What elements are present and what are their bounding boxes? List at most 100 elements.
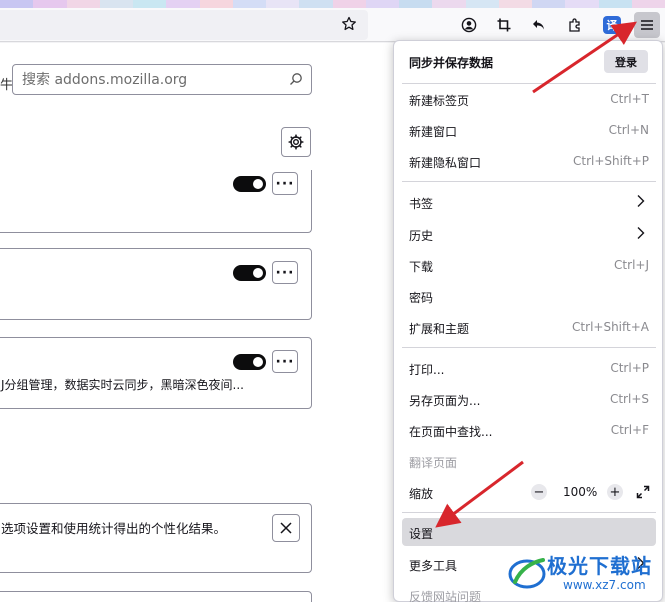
undo-arrow-icon <box>533 20 544 30</box>
tab-strip-block <box>565 0 599 8</box>
menu-item-save-page[interactable]: 另存页面为... Ctrl+S <box>402 385 656 413</box>
tab-strip-block <box>99 0 133 8</box>
zoom-in-button[interactable]: + <box>607 484 623 500</box>
menu-item-label: 新建窗口 <box>409 125 458 139</box>
tab-strip <box>0 0 665 8</box>
menu-item-label: 新建标签页 <box>409 94 470 108</box>
app-menu-button[interactable] <box>634 12 660 38</box>
menu-item-shortcut: Ctrl+J <box>614 258 649 272</box>
tab-strip-block <box>133 0 167 8</box>
tab-strip-block <box>399 0 433 8</box>
watermark-url: www.xz7.com <box>563 578 646 592</box>
extension-description: J分组管理，数据实时云同步，黑暗深色夜间... <box>1 378 244 392</box>
account-icon <box>461 17 477 33</box>
account-button[interactable] <box>456 12 482 38</box>
addons-search-box[interactable] <box>12 64 312 95</box>
star-icon <box>342 16 356 31</box>
tab-strip-block <box>166 0 200 8</box>
undo-button[interactable] <box>526 12 552 38</box>
menu-item-label: 更多工具 <box>409 559 458 573</box>
menu-separator <box>402 512 656 513</box>
extension-more-options-button[interactable]: ··· <box>272 261 298 284</box>
search-icon <box>290 73 302 85</box>
fullscreen-expand-icon <box>636 485 650 499</box>
menu-item-new-private-window[interactable]: 新建隐私窗口 Ctrl+Shift+P <box>402 147 656 175</box>
hamburger-menu-icon <box>641 20 653 30</box>
menu-item-label: 缩放 <box>409 487 434 501</box>
sync-label: 同步并保存数据 <box>409 56 494 70</box>
tab-strip-block <box>498 0 532 8</box>
menu-item-passwords[interactable]: 密码 <box>402 282 656 310</box>
menu-item-shortcut: Ctrl+F <box>610 423 649 437</box>
navigation-toolbar: 译 <box>0 8 665 42</box>
menu-item-shortcut: Ctrl+T <box>610 92 649 106</box>
chevron-right-icon <box>637 195 645 207</box>
notice-close-button[interactable] <box>272 514 300 542</box>
notice-text: 选项设置和使用统计得出的个性化结果。 <box>1 521 227 536</box>
zoom-controls: − 100% + <box>529 482 654 502</box>
menu-item-shortcut: Ctrl+Shift+P <box>573 154 649 168</box>
menu-item-new-tab[interactable]: 新建标签页 Ctrl+T <box>402 85 656 113</box>
tab-strip-block <box>0 0 34 8</box>
zoom-out-button[interactable]: − <box>531 484 547 500</box>
menu-item-label: 另存页面为... <box>409 394 481 408</box>
menu-item-label: 书签 <box>409 197 434 211</box>
menu-item-label: 下载 <box>409 260 434 274</box>
menu-item-downloads[interactable]: 下载 Ctrl+J <box>402 251 656 279</box>
menu-item-zoom: 缩放 − 100% + <box>402 478 656 506</box>
menu-item-translate-page[interactable]: 翻译页面 <box>402 447 656 475</box>
addons-search-input[interactable] <box>22 70 282 90</box>
screenshot-button[interactable] <box>491 12 517 38</box>
menu-item-label: 设置 <box>409 527 434 541</box>
tab-strip-block <box>299 0 333 8</box>
close-icon <box>280 522 292 534</box>
menu-item-label: 新建隐私窗口 <box>409 156 482 170</box>
extension-card: ··· J分组管理，数据实时云同步，黑暗深色夜间... <box>0 337 312 409</box>
extension-card: ··· <box>0 248 312 320</box>
menu-item-find-in-page[interactable]: 在页面中查找... Ctrl+F <box>402 416 656 444</box>
extension-card: ··· <box>0 170 312 233</box>
extensions-button[interactable] <box>562 12 588 38</box>
extension-more-options-button[interactable]: ··· <box>272 350 298 373</box>
fullscreen-button[interactable] <box>633 482 653 502</box>
menu-separator <box>402 83 656 84</box>
zoom-level[interactable]: 100% <box>563 485 597 499</box>
menu-item-extensions-themes[interactable]: 扩展和主题 Ctrl+Shift+A <box>402 313 656 341</box>
tab-strip-block <box>199 0 233 8</box>
chevron-right-icon <box>637 227 645 239</box>
menu-item-print[interactable]: 打印... Ctrl+P <box>402 354 656 382</box>
login-button[interactable]: 登录 <box>604 50 648 73</box>
extension-enable-toggle[interactable] <box>233 265 266 281</box>
menu-separator <box>402 181 656 182</box>
extension-enable-toggle[interactable] <box>233 176 266 192</box>
tab-strip-block <box>598 0 632 8</box>
tab-strip-block <box>532 0 566 8</box>
tab-strip-block <box>432 0 466 8</box>
menu-item-settings[interactable]: 设置 <box>402 518 656 546</box>
url-bar[interactable] <box>0 10 368 40</box>
menu-separator <box>402 347 656 348</box>
bookmark-star-button[interactable] <box>338 13 360 35</box>
addons-settings-button[interactable] <box>281 127 311 157</box>
watermark-logo-icon <box>508 558 546 589</box>
tab-strip-block <box>266 0 300 8</box>
extension-enable-toggle[interactable] <box>233 354 266 370</box>
extension-more-options-button[interactable]: ··· <box>272 172 298 195</box>
extension-card <box>0 591 312 602</box>
menu-item-new-window[interactable]: 新建窗口 Ctrl+N <box>402 116 656 144</box>
watermark-title: 极光下载站 <box>547 554 652 578</box>
translate-icon: 译 <box>603 16 621 34</box>
translate-button[interactable]: 译 <box>599 12 625 38</box>
tab-strip-block <box>66 0 100 8</box>
menu-item-bookmarks[interactable]: 书签 <box>402 188 656 216</box>
sync-section[interactable]: 同步并保存数据 登录 <box>394 41 662 81</box>
menu-item-label: 打印... <box>409 363 445 377</box>
screenshot-crop-icon <box>497 18 511 32</box>
menu-item-label: 扩展和主题 <box>409 322 470 336</box>
app-menu-panel: 同步并保存数据 登录 新建标签页 Ctrl+T 新建窗口 Ctrl+N 新建隐私… <box>393 40 663 602</box>
menu-item-history[interactable]: 历史 <box>402 220 656 248</box>
recommendation-notice: 选项设置和使用统计得出的个性化结果。 <box>0 503 312 573</box>
tab-strip-block <box>332 0 366 8</box>
menu-item-shortcut: Ctrl+P <box>610 361 649 375</box>
menu-item-shortcut: Ctrl+N <box>608 123 649 137</box>
